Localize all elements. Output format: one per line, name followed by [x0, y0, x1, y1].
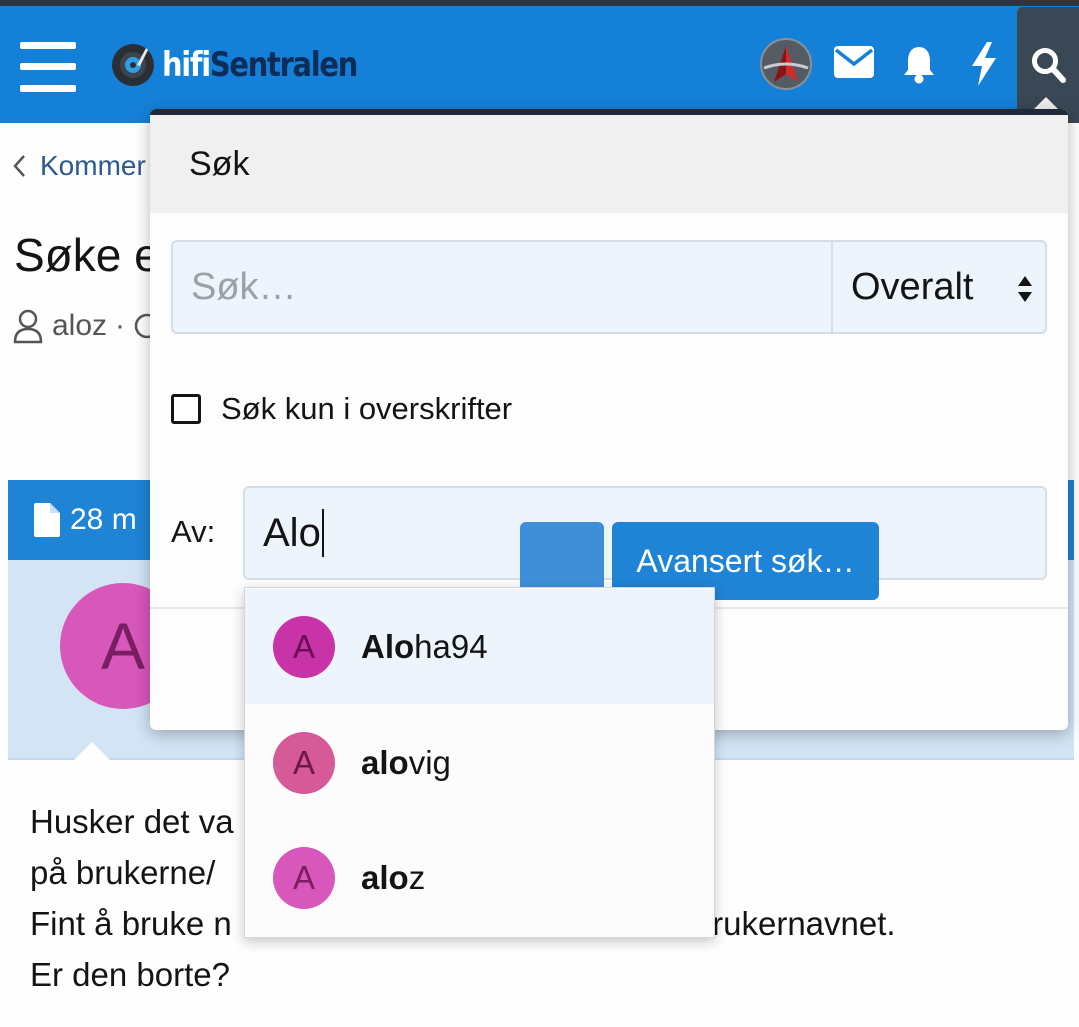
autocomplete-item[interactable]: A aloz: [245, 820, 714, 935]
logo-hifi: hifi: [162, 45, 211, 85]
autocomplete-avatar: A: [273, 615, 335, 678]
post-line-part: brukernavnet.: [693, 905, 896, 942]
breadcrumb-label: Kommer: [40, 150, 146, 181]
sort-arrows-icon: [1018, 276, 1032, 302]
post-line: Er den borte?: [30, 956, 230, 993]
by-member-value: Alo: [263, 510, 321, 555]
file-icon: [34, 503, 60, 537]
bolt-icon[interactable]: [970, 42, 998, 86]
thread-meta: aloz ·: [12, 308, 161, 344]
user-icon: [13, 309, 43, 344]
member-autocomplete: A Aloha94 A alovig A aloz: [244, 587, 715, 938]
avatar: [760, 38, 812, 90]
scope-select[interactable]: Overalt: [831, 242, 1045, 332]
autocomplete-item[interactable]: A Aloha94: [245, 589, 714, 704]
text-caret: [321, 509, 324, 557]
logo-sentralen: Sentralen: [209, 45, 358, 85]
page-title: Søke e: [14, 229, 160, 281]
site-logo[interactable]: hifiSentralen: [110, 40, 391, 90]
breadcrumb[interactable]: Kommer: [12, 150, 146, 182]
search-row: Overalt: [171, 240, 1047, 334]
meta-author[interactable]: aloz: [52, 309, 107, 343]
titles-only-label: Søk kun i overskrifter: [221, 391, 513, 426]
bell-icon[interactable]: [902, 44, 936, 84]
post-notch: [74, 742, 110, 760]
titles-only-checkbox[interactable]: [171, 394, 201, 424]
site-header: hifiSentralen: [0, 6, 1079, 123]
post-header-label: 28 m: [70, 503, 137, 536]
autocomplete-item[interactable]: A alovig: [245, 705, 714, 820]
scope-value: Overalt: [851, 265, 974, 308]
popup-title: Søk: [150, 109, 1068, 213]
record-logo-icon: [112, 44, 154, 86]
user-avatar[interactable]: [760, 38, 812, 90]
search-input[interactable]: [173, 242, 831, 332]
autocomplete-name: aloz: [361, 858, 426, 896]
menu-icon[interactable]: [20, 42, 76, 92]
chevron-left-icon: [13, 155, 25, 177]
autocomplete-avatar: A: [273, 731, 335, 794]
titles-only-option[interactable]: Søk kun i overskrifter: [171, 391, 512, 427]
envelope-icon[interactable]: [834, 46, 874, 78]
by-member-label: Av:: [171, 514, 216, 549]
autocomplete-name: Aloha94: [361, 627, 488, 665]
autocomplete-avatar: A: [273, 846, 335, 909]
post-line-part: Fint å bruke n: [30, 905, 232, 942]
autocomplete-name: alovig: [361, 743, 451, 781]
search-icon: [1032, 48, 1066, 83]
meta-separator: ·: [115, 309, 126, 342]
